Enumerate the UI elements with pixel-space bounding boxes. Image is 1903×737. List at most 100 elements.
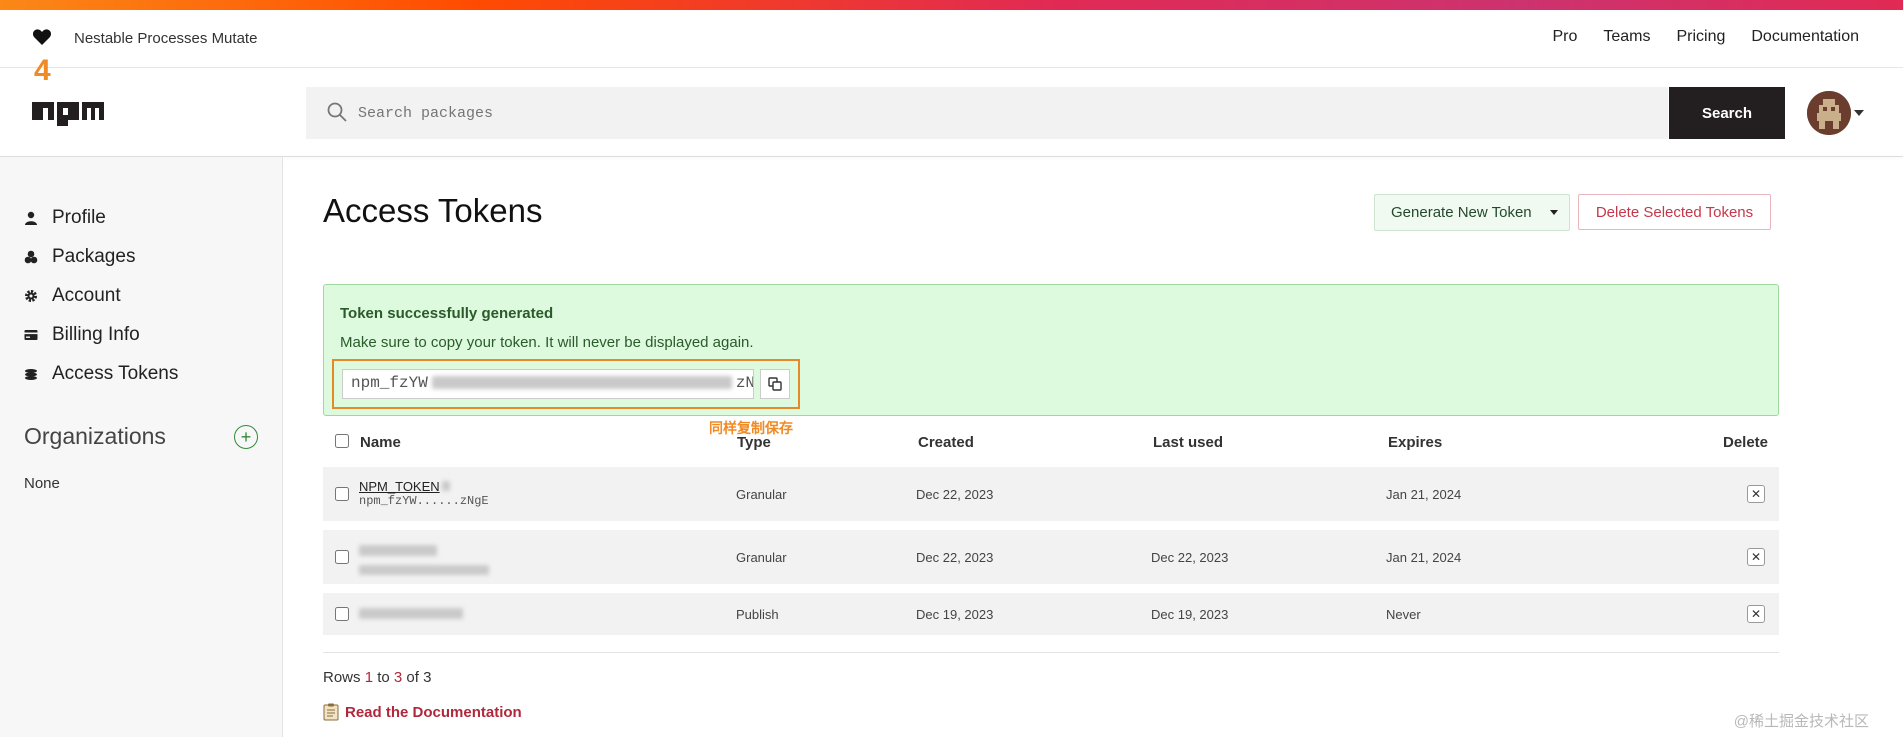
rows-count-end: 3	[393, 669, 403, 686]
organizations-title: Organizations	[24, 423, 166, 449]
rows-count: Rows 1 to 3 of 3	[323, 669, 431, 686]
redacted-name	[359, 608, 463, 619]
token-success-alert: Token successfully generated Make sure t…	[323, 284, 1779, 416]
select-all-checkbox[interactable]	[335, 434, 349, 448]
caret-down-icon	[1549, 210, 1558, 215]
close-icon: ✕	[1750, 487, 1762, 501]
search-input[interactable]	[358, 87, 1648, 139]
sidebar-item-access-tokens[interactable]: Access Tokens	[24, 363, 178, 385]
header-tagline: Nestable Processes Mutate	[74, 30, 258, 47]
search-bar	[306, 87, 1668, 139]
redacted-preview	[359, 565, 489, 575]
sidebar-item-label: Access Tokens	[52, 363, 179, 384]
search-button[interactable]: Search	[1669, 87, 1785, 139]
delete-token-button[interactable]: ✕	[1747, 605, 1765, 623]
nav-pricing[interactable]: Pricing	[1676, 28, 1725, 46]
nav-documentation[interactable]: Documentation	[1751, 28, 1859, 46]
token-created: Dec 19, 2023	[916, 607, 994, 622]
table-row: NPM_TOKEN npm_fzYW......zNgE Granular De…	[323, 467, 1779, 521]
sidebar-item-label: Packages	[52, 246, 136, 267]
table-row: Publish Dec 19, 2023 Dec 19, 2023 Never …	[323, 593, 1779, 635]
organizations-value: None	[24, 475, 60, 492]
rows-count-prefix: Rows	[323, 669, 365, 686]
page-title: Access Tokens	[323, 192, 543, 229]
sidebar-item-profile[interactable]: Profile	[24, 207, 106, 229]
token-created: Dec 22, 2023	[916, 487, 994, 502]
generate-token-label: Generate New Token	[1391, 204, 1532, 221]
token-expires: Jan 21, 2024	[1386, 550, 1462, 565]
token-preview: npm_fzYW......zNgE	[359, 494, 489, 508]
packages-icon	[24, 250, 38, 264]
token-highlight-box: npm_fzYW zNgE	[332, 359, 800, 409]
header-divider	[0, 156, 1903, 157]
token-start: npm_fzYW	[351, 374, 428, 392]
delete-selected-tokens-button[interactable]: Delete Selected Tokens	[1578, 194, 1771, 230]
top-header: Nestable Processes Mutate Pro Teams Pric…	[0, 10, 1903, 68]
alert-message: Make sure to copy your token. It will ne…	[340, 334, 754, 351]
pixel-avatar-icon	[1807, 91, 1851, 135]
heart-icon[interactable]	[32, 28, 52, 46]
rows-count-start: 1	[364, 669, 374, 686]
col-header-type: Type	[737, 434, 771, 451]
token-name-cell	[359, 607, 463, 622]
sidebar-item-billing[interactable]: Billing Info	[24, 324, 140, 346]
token-name-cell	[359, 544, 489, 578]
chevron-down-icon[interactable]	[1854, 110, 1864, 116]
sidebar-item-packages[interactable]: Packages	[24, 246, 135, 268]
step-annotation: 4	[34, 54, 51, 87]
sidebar-item-label: Account	[52, 285, 121, 306]
row-checkbox[interactable]	[335, 607, 349, 621]
delete-token-button[interactable]: ✕	[1747, 548, 1765, 566]
npm-logo[interactable]	[32, 102, 104, 126]
sidebar-item-account[interactable]: Account	[24, 285, 121, 307]
row-checkbox[interactable]	[335, 487, 349, 501]
token-type: Granular	[736, 550, 787, 565]
table-row: Granular Dec 22, 2023 Dec 22, 2023 Jan 2…	[323, 530, 1779, 584]
alert-title: Token successfully generated	[340, 305, 554, 322]
gear-icon	[25, 290, 37, 302]
nav-pro[interactable]: Pro	[1552, 28, 1577, 46]
token-type: Granular	[736, 487, 787, 502]
brand-gradient-bar	[0, 0, 1903, 10]
sidebar-item-label: Profile	[52, 207, 106, 228]
col-header-name: Name	[360, 434, 401, 451]
add-organization-button[interactable]: +	[234, 425, 258, 449]
nav-teams[interactable]: Teams	[1603, 28, 1650, 46]
token-end: zNgE	[735, 374, 754, 392]
token-field[interactable]: npm_fzYW zNgE	[342, 369, 754, 399]
generate-token-button[interactable]: Generate New Token	[1374, 194, 1570, 231]
col-header-delete: Delete	[1723, 434, 1769, 451]
sidebar: Profile Packages Account Billing Info Ac…	[0, 157, 283, 737]
search-icon	[327, 102, 347, 122]
copy-token-button[interactable]	[760, 369, 790, 399]
token-type: Publish	[736, 607, 779, 622]
close-icon: ✕	[1750, 607, 1762, 621]
read-documentation-label: Read the Documentation	[345, 703, 522, 721]
redacted-text	[441, 481, 450, 491]
rows-count-of: of	[402, 669, 424, 686]
tokens-icon	[25, 369, 37, 380]
table-footer-divider	[323, 652, 1779, 653]
col-header-expires: Expires	[1388, 434, 1443, 451]
token-name-cell: NPM_TOKEN npm_fzYW......zNgE	[359, 479, 489, 508]
token-expires: Never	[1386, 607, 1421, 622]
top-nav: Pro Teams Pricing Documentation	[1552, 28, 1859, 46]
avatar[interactable]	[1807, 91, 1851, 135]
sidebar-item-label: Billing Info	[52, 324, 140, 345]
col-header-created: Created	[918, 434, 974, 451]
rows-count-total: 3	[423, 669, 432, 686]
token-name-link[interactable]: NPM_TOKEN	[359, 479, 440, 494]
token-expires: Jan 21, 2024	[1386, 487, 1462, 502]
row-checkbox[interactable]	[335, 550, 349, 564]
credit-card-icon	[24, 330, 38, 340]
redacted-name	[359, 545, 437, 556]
watermark: @稀土掘金技术社区	[1733, 713, 1869, 730]
delete-token-button[interactable]: ✕	[1747, 485, 1765, 503]
read-documentation-link[interactable]: Read the Documentation	[323, 703, 522, 721]
token-last-used: Dec 19, 2023	[1151, 607, 1229, 622]
copy-icon	[768, 377, 782, 391]
user-icon	[25, 211, 37, 225]
token-last-used: Dec 22, 2023	[1151, 550, 1229, 565]
token-created: Dec 22, 2023	[916, 550, 994, 565]
plus-icon: +	[240, 427, 252, 447]
